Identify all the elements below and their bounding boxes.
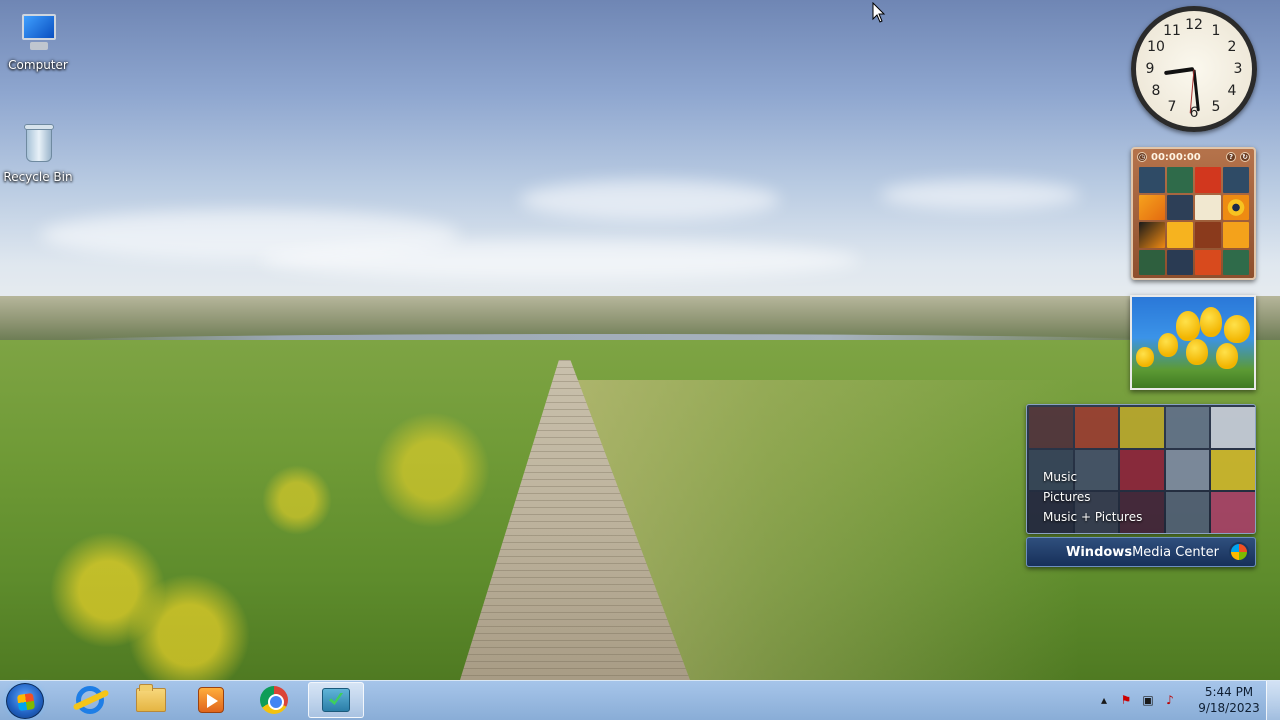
action-center-icon[interactable]: ⚑ [1118, 692, 1134, 708]
menu-item-music-pictures[interactable]: Music + Pictures [1043, 507, 1142, 527]
show-hidden-icons-icon[interactable]: ▴ [1096, 692, 1112, 708]
clock-number: 7 [1167, 99, 1177, 115]
clock-number: 9 [1145, 61, 1155, 77]
recycle-bin-icon [16, 122, 60, 166]
picture-puzzle-gadget[interactable]: ◷ 00:00:00 ? ↻ [1131, 147, 1256, 280]
clock-number: 8 [1151, 83, 1161, 99]
computer-icon [16, 10, 60, 54]
puzzle-timer-icon: ◷ [1137, 152, 1147, 162]
menu-item-pictures[interactable]: Pictures [1043, 487, 1142, 507]
desktop-icon-computer[interactable]: Computer [1, 10, 75, 72]
clock-number: 12 [1185, 17, 1203, 33]
clock-gadget[interactable]: 12 1 2 3 4 5 6 7 8 9 10 11 [1131, 6, 1257, 132]
puzzle-timer: 00:00:00 [1151, 151, 1201, 163]
clock-hour-hand [1164, 67, 1195, 76]
clock-number: 4 [1227, 83, 1237, 99]
menu-item-music[interactable]: Music [1043, 467, 1142, 487]
show-desktop-button[interactable] [1266, 681, 1280, 720]
chrome-icon [260, 686, 288, 714]
taskbar-button-internet-explorer[interactable] [62, 682, 118, 718]
help-icon[interactable]: ? [1226, 152, 1236, 162]
network-icon[interactable]: ▣ [1140, 692, 1156, 708]
brand-strong: Windows [1066, 544, 1133, 560]
clock-number: 3 [1233, 61, 1243, 77]
brand-rest: Media Center [1132, 544, 1219, 560]
clock-number: 1 [1211, 23, 1221, 39]
shuffle-icon[interactable]: ↻ [1240, 152, 1250, 162]
taskbar-button-chrome[interactable] [246, 682, 302, 718]
internet-explorer-icon [76, 686, 104, 714]
clock-number: 5 [1211, 99, 1221, 115]
wallpaper-flowers [0, 380, 540, 680]
start-button[interactable] [6, 683, 44, 719]
puzzle-grid[interactable] [1139, 167, 1249, 275]
clock-number: 2 [1227, 39, 1237, 55]
clock-number: 11 [1163, 23, 1181, 39]
taskbar-button-active-app[interactable] [308, 682, 364, 718]
media-center-gadget[interactable]: Music Pictures Music + Pictures [1026, 404, 1256, 534]
media-center-bar[interactable]: Windows Media Center [1026, 537, 1256, 567]
app-icon [322, 688, 350, 712]
system-tray: ▴ ⚑ ▣ ♪ [1096, 680, 1178, 720]
desktop-icon-recycle-bin[interactable]: Recycle Bin [1, 122, 75, 184]
media-player-icon [198, 687, 224, 713]
media-center-menu: Music Pictures Music + Pictures [1043, 467, 1142, 527]
windows-logo-icon [16, 692, 36, 712]
volume-muted-icon[interactable]: ♪ [1162, 692, 1178, 708]
taskbar-clock[interactable]: 5:44 PM 9/18/2023 [1196, 684, 1262, 716]
media-center-logo-icon [1229, 542, 1249, 562]
desktop-icon-label: Computer [8, 58, 68, 72]
taskbar-button-media-player[interactable] [183, 682, 239, 718]
slideshow-gadget[interactable] [1130, 295, 1256, 390]
taskbar-button-file-explorer[interactable] [123, 682, 179, 718]
folder-icon [136, 684, 166, 712]
desktop-icon-label: Recycle Bin [3, 170, 73, 184]
desktop-wallpaper [0, 0, 1280, 680]
taskbar-time: 5:44 PM [1204, 685, 1254, 699]
clock-number: 10 [1147, 39, 1165, 55]
taskbar-date: 9/18/2023 [1198, 701, 1260, 715]
